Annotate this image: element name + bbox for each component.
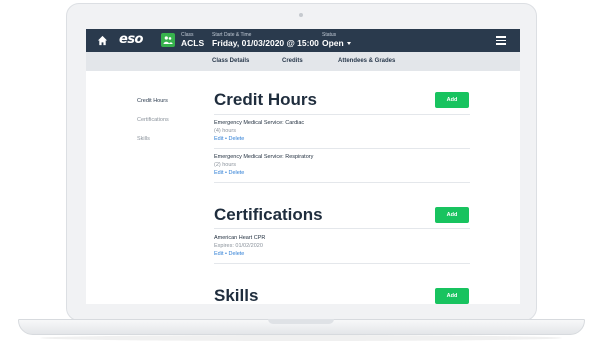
divider: [214, 182, 470, 183]
top-header: eso Class ACLS Start Date & Time Friday,…: [86, 29, 520, 52]
class-value: ACLS: [181, 38, 205, 48]
certifications-title: Certifications: [214, 205, 323, 224]
eso-logo[interactable]: eso: [119, 32, 144, 47]
add-certification-button[interactable]: Add: [435, 207, 469, 223]
laptop-shadow: [40, 335, 562, 341]
credit-item-name: Emergency Medical Service: Cardiac: [214, 120, 305, 126]
laptop-notch: [268, 319, 334, 324]
tab-class-details[interactable]: Class Details: [212, 58, 249, 64]
date-value: Friday, 01/03/2020 @ 15:00: [212, 38, 319, 48]
divider: [214, 263, 470, 264]
home-icon[interactable]: [97, 35, 108, 46]
add-credit-hours-button[interactable]: Add: [435, 92, 469, 108]
delete-link[interactable]: Delete: [228, 251, 244, 257]
certification-item-expiry: Expires: 01/02/2020: [214, 243, 263, 249]
status-dropdown[interactable]: Status Open: [322, 32, 351, 49]
status-caret-icon: [346, 42, 351, 46]
divider: [214, 114, 470, 115]
status-value: Open: [322, 38, 344, 48]
credit-item-hours: (2) hours: [214, 162, 237, 168]
divider: [214, 148, 470, 149]
add-skill-button[interactable]: Add: [435, 288, 469, 304]
credit-hours-title: Credit Hours: [214, 90, 317, 109]
class-info: Class ACLS: [181, 32, 204, 49]
app-screen: eso Class ACLS Start Date & Time Friday,…: [86, 29, 520, 304]
delete-link[interactable]: Delete: [228, 136, 244, 142]
tab-bar: Class Details Credits Attendees & Grades: [86, 52, 520, 71]
sidenav-item-certifications[interactable]: Certifications: [137, 117, 169, 123]
divider: [214, 228, 470, 229]
certification-item-actions: Edit • Delete: [214, 251, 244, 257]
delete-link[interactable]: Delete: [228, 170, 244, 176]
menu-icon[interactable]: [496, 36, 506, 45]
camera-dot: [299, 13, 303, 17]
tab-credits[interactable]: Credits: [282, 58, 303, 64]
laptop-mockup: eso Class ACLS Start Date & Time Friday,…: [0, 0, 602, 350]
sidenav-item-skills[interactable]: Skills: [137, 136, 150, 142]
class-icon: [161, 33, 175, 47]
certification-item-name: American Heart CPR: [214, 235, 266, 241]
credit-item-name: Emergency Medical Service: Respiratory: [214, 154, 314, 160]
credit-item-actions: Edit • Delete: [214, 136, 244, 142]
tab-attendees-grades[interactable]: Attendees & Grades: [338, 58, 395, 64]
date-info: Start Date & Time Friday, 01/03/2020 @ 1…: [212, 32, 319, 49]
credit-item-hours: (4) hours: [214, 128, 237, 134]
skills-title: Skills: [214, 286, 259, 304]
credit-item-actions: Edit • Delete: [214, 170, 244, 176]
sidenav-item-credit-hours[interactable]: Credit Hours: [137, 98, 168, 104]
